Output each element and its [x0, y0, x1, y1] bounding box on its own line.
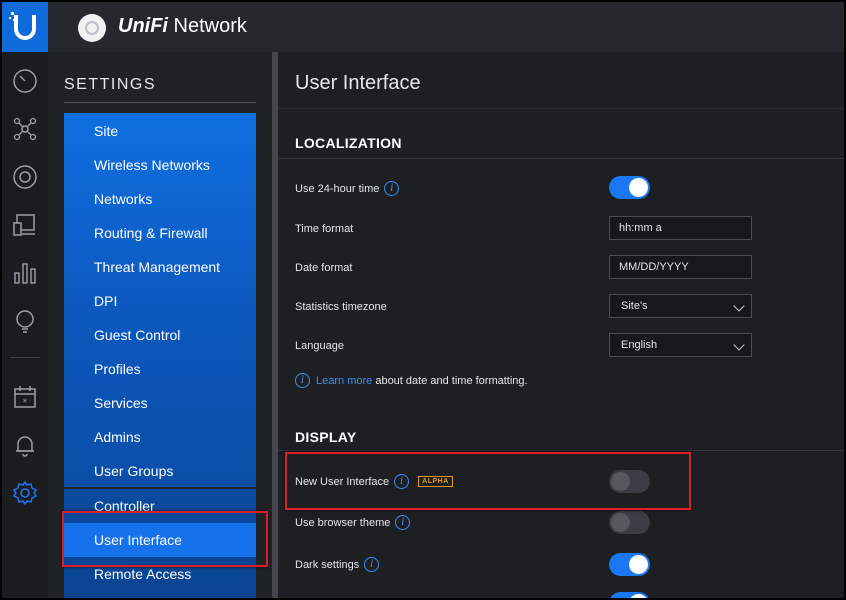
dark-settings-row: Dark settings i [295, 557, 380, 572]
events-icon[interactable]: * [10, 382, 40, 412]
browser-theme-row: Use browser theme i [295, 515, 411, 530]
sidebar-item-user-groups[interactable]: User Groups [64, 454, 256, 488]
sidebar-item-networks[interactable]: Networks [64, 182, 256, 216]
date-format-label: Date format [295, 262, 353, 274]
sidebar-item-threat-management[interactable]: Threat Management [64, 250, 256, 284]
dashboard-icon[interactable] [10, 66, 40, 96]
localization-heading: LOCALIZATION [295, 135, 402, 151]
settings-icon[interactable] [10, 478, 40, 508]
alerts-icon[interactable] [10, 430, 40, 460]
sidebar-item-admins[interactable]: Admins [64, 420, 256, 454]
use-24h-row: Use 24-hour time i [295, 181, 400, 196]
sidebar-item-routing-firewall[interactable]: Routing & Firewall [64, 216, 256, 250]
timezone-value: Site's [621, 300, 648, 312]
sidebar-item-site[interactable]: Site [64, 114, 256, 148]
sidebar-item-profiles[interactable]: Profiles [64, 352, 256, 386]
timezone-label: Statistics timezone [295, 301, 387, 313]
devices-icon[interactable] [10, 162, 40, 192]
icon-rail: * [2, 2, 48, 598]
sidebar-item-guest-control[interactable]: Guest Control [64, 318, 256, 352]
top-bar: UniFi Network [48, 2, 844, 52]
display-divider [278, 450, 844, 451]
rail-divider [10, 357, 40, 358]
learn-more-link[interactable]: Learn more [316, 375, 372, 387]
use-24h-toggle[interactable] [609, 176, 650, 199]
page-title: User Interface [295, 72, 421, 94]
browser-theme-toggle[interactable] [609, 511, 650, 534]
info-icon[interactable]: i [384, 181, 400, 196]
app-window: * UniFi Network SETTINGS Site Wireless N… [0, 0, 846, 600]
language-select[interactable]: English [609, 333, 752, 357]
sidebar-item-wireless-networks[interactable]: Wireless Networks [64, 148, 256, 182]
info-icon[interactable]: i [395, 515, 411, 530]
info-icon: i [295, 373, 310, 388]
topology-icon[interactable] [10, 114, 40, 144]
language-value: English [621, 339, 658, 351]
svg-text:*: * [23, 398, 28, 408]
dark-settings-label: Dark settings [295, 558, 360, 571]
title-divider [278, 108, 844, 109]
browser-theme-label: Use browser theme [295, 516, 391, 529]
date-format-field[interactable] [609, 255, 752, 279]
settings-nav: Site Wireless Networks Networks Routing … [64, 113, 256, 487]
insights-icon[interactable] [10, 306, 40, 336]
chevron-down-icon [733, 339, 745, 351]
cut-off-toggle[interactable] [609, 592, 650, 598]
display-heading: DISPLAY [295, 429, 357, 445]
localization-divider [278, 158, 844, 159]
highlight-new-user-interface [285, 452, 691, 510]
highlight-user-interface [62, 511, 268, 567]
info-icon[interactable]: i [364, 557, 380, 572]
dark-settings-toggle[interactable] [609, 553, 650, 576]
help-line: i Learn more about date and time formatt… [295, 373, 528, 388]
chevron-down-icon [733, 300, 745, 312]
sidebar-item-dpi[interactable]: DPI [64, 284, 256, 318]
timezone-select[interactable]: Site's [609, 294, 752, 318]
unifi-logo-icon[interactable] [2, 2, 48, 52]
clients-icon[interactable] [10, 210, 40, 240]
sidebar-item-services[interactable]: Services [64, 386, 256, 420]
help-text: about date and time formatting. [375, 374, 528, 387]
statistics-icon[interactable] [10, 258, 40, 288]
app-title: UniFi Network [118, 15, 247, 37]
network-app-icon[interactable] [78, 14, 106, 42]
use-24h-label: Use 24-hour time [295, 182, 380, 195]
language-label: Language [295, 340, 344, 352]
main-content: User Interface LOCALIZATION Use 24-hour … [278, 52, 844, 598]
time-format-label: Time format [295, 223, 354, 235]
settings-title: SETTINGS [64, 76, 157, 93]
time-format-field[interactable] [609, 216, 752, 240]
settings-divider [64, 102, 256, 103]
